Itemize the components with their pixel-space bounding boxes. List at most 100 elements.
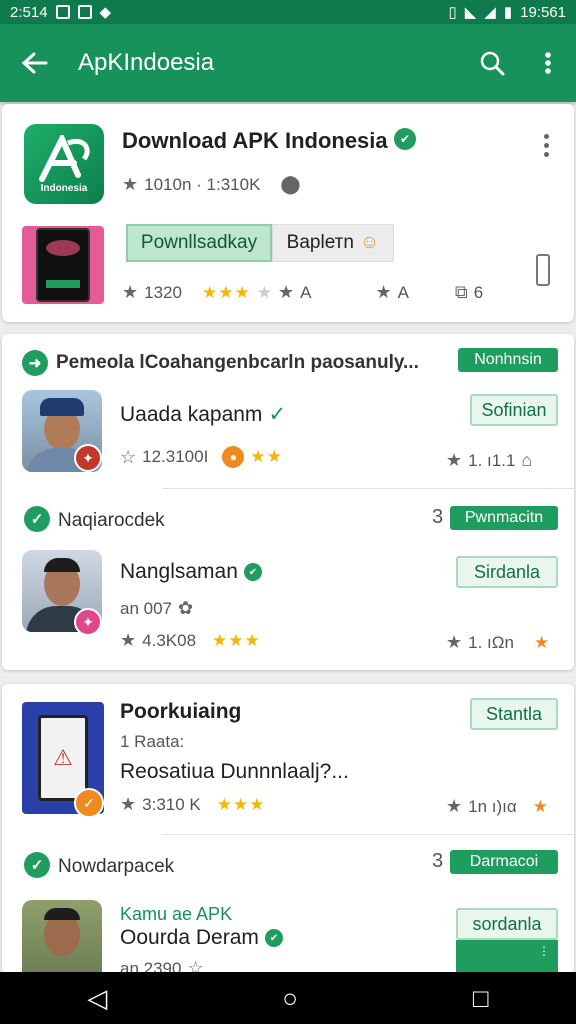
item-meta: ☆ 12.3100I ● ★★ bbox=[120, 446, 283, 468]
label-a: A bbox=[300, 282, 312, 302]
green-block[interactable]: ⋮ bbox=[456, 940, 558, 974]
phone-screen bbox=[36, 228, 90, 302]
item-meta: ★ 3:310 K ★★★ bbox=[120, 794, 265, 815]
home-nav-icon[interactable]: ○ bbox=[282, 983, 298, 1014]
secondary-button-label: Baplетn bbox=[286, 232, 354, 253]
meta-text: 4.3K08 bbox=[142, 630, 197, 650]
app-stats: ★ 1010n · 1:310K ⬤ bbox=[122, 174, 301, 195]
action-button[interactable]: Stantla bbox=[470, 698, 558, 730]
item-line2: 1 Raata: bbox=[120, 732, 185, 751]
star-icon: ★ bbox=[122, 174, 139, 194]
gear-outline-icon: ✿ bbox=[178, 598, 194, 618]
status-time: 19:561 bbox=[520, 3, 566, 21]
notification-icon bbox=[55, 5, 70, 19]
emoji-icon: ☺ bbox=[359, 232, 380, 253]
section-title: Naqiarocdek bbox=[58, 510, 165, 531]
section-badge[interactable]: Nonhnsin bbox=[458, 348, 558, 372]
item-meta: ★ 4.3K08 ★★★ bbox=[120, 630, 261, 651]
signal-icon: ◢ bbox=[484, 4, 496, 21]
phone-screen: ⚠ bbox=[38, 715, 88, 801]
star-icon: ★ bbox=[375, 282, 392, 302]
star-orange-icon: ★ bbox=[532, 796, 548, 816]
section-badge[interactable]: Pwnmacitn bbox=[450, 506, 558, 530]
results-card-2: ⚠ ✓ Poorkuiaing 1 Raata: Reosatiua Dunnn… bbox=[2, 684, 574, 982]
divider bbox=[162, 488, 574, 489]
secondary-button[interactable]: Baplетn ☺ bbox=[272, 224, 394, 262]
star-outline-icon: ☆ bbox=[120, 446, 137, 467]
back-nav-icon[interactable]: ◁ bbox=[87, 983, 107, 1014]
thumbs-up-icon: ⌂ bbox=[521, 450, 533, 470]
verified-icon: ✔ bbox=[264, 929, 283, 947]
app-title: ApKIndoesia bbox=[78, 49, 215, 76]
vertical-menu-icon[interactable] bbox=[536, 254, 550, 286]
item-line3: Reosatiua Dunnnlaalj?... bbox=[120, 760, 349, 783]
section-badge[interactable]: Darmacoi bbox=[450, 850, 558, 874]
star-icon: ★ bbox=[277, 282, 295, 302]
badge-label: Pwnmacitn bbox=[464, 509, 544, 526]
star-icon: ★ bbox=[120, 794, 137, 814]
action-button-label: Sirdanla bbox=[473, 561, 541, 582]
notification-icon: ◆ bbox=[99, 4, 112, 21]
rating-stars: ★★ bbox=[250, 447, 283, 466]
rating-row: ★ 1320 ★★★ ★ ★ A ★ A ⧉ 6 bbox=[122, 282, 483, 303]
rating-stars: ★★★ bbox=[201, 282, 251, 302]
notification-icon bbox=[77, 5, 92, 19]
item-line2: an 007 ✿ bbox=[120, 598, 193, 619]
recents-nav-icon[interactable]: □ bbox=[473, 983, 489, 1014]
item-stats: ★ 1. ı1.1 ⌂ bbox=[446, 450, 532, 471]
download-button[interactable]: Pownllsadkay bbox=[126, 224, 272, 262]
item-name-text: Uaada kapanm bbox=[120, 402, 263, 426]
section-count: 3 bbox=[432, 850, 444, 872]
item-name-text: Oourda Deram bbox=[120, 926, 259, 949]
action-button[interactable]: Sofinian bbox=[470, 394, 558, 426]
warning-icon: ⚠ bbox=[53, 745, 73, 770]
card-menu-icon[interactable] bbox=[544, 134, 549, 157]
star-icon: ★ bbox=[446, 632, 463, 652]
meta-text: 3:310 K bbox=[142, 794, 201, 814]
check-icon: ➜ bbox=[22, 350, 48, 376]
screen-content bbox=[46, 240, 80, 256]
item-name-green: Kamu ae APK bbox=[120, 904, 233, 924]
action-button-label: Sofinian bbox=[481, 399, 547, 420]
gallery-count: 6 bbox=[473, 282, 484, 302]
action-button[interactable]: Sirdanla bbox=[456, 556, 558, 588]
location-icon: ⬤ bbox=[280, 174, 301, 194]
results-card-1: ➜ Pemeola lCoahangenbcarln paosanuly... … bbox=[2, 334, 574, 670]
badge-label: Nonhnsin bbox=[474, 351, 542, 368]
gallery-icon: ⧉ bbox=[454, 282, 468, 302]
rating-stars: ★★★ bbox=[216, 794, 266, 814]
screenshot-thumb[interactable] bbox=[22, 226, 104, 304]
check-badge-icon: ✓ bbox=[74, 788, 104, 818]
wifi-icon: ◣ bbox=[464, 4, 477, 21]
status-bar: 2:514 ◆ ▯ ◣ ◢ ▮ 19:561 bbox=[0, 0, 576, 24]
search-icon[interactable] bbox=[464, 24, 520, 102]
download-button-label: Pownllsadkay bbox=[140, 232, 258, 253]
battery-icon: ▮ bbox=[503, 4, 513, 21]
avatar[interactable] bbox=[22, 900, 102, 982]
rating-count: 1320 bbox=[144, 282, 182, 302]
avatar-hair bbox=[44, 908, 80, 920]
action-button[interactable]: sordanla bbox=[456, 908, 558, 940]
check-icon: ✓ bbox=[24, 852, 50, 878]
label-a2: A bbox=[397, 282, 409, 302]
stats-text: 1n ı)ıα bbox=[468, 796, 517, 816]
back-arrow-icon[interactable] bbox=[0, 24, 70, 102]
avatar-hat bbox=[40, 398, 84, 416]
section-title: Pemeola lCoahangenbcarln paosanuly... bbox=[56, 352, 419, 373]
section-title: Nowdarpacek bbox=[58, 856, 175, 877]
rating-stars: ★★★ bbox=[212, 630, 261, 650]
item-stats: ★ 1. ıΩn ★ bbox=[446, 632, 549, 653]
star-orange-icon: ★ bbox=[533, 632, 550, 652]
line2-text: an 007 bbox=[120, 598, 172, 618]
overflow-menu-icon[interactable] bbox=[520, 24, 576, 102]
verified-icon: ✔ bbox=[394, 128, 416, 150]
action-button-label: Stantla bbox=[485, 703, 543, 724]
app-header-card: Indonesia Download APK Indonesia ✔ ★ 101… bbox=[2, 104, 574, 322]
section-count: 3 bbox=[432, 506, 444, 528]
badge-label: Darmacoi bbox=[469, 853, 539, 870]
meta-text: 12.3100I bbox=[142, 447, 209, 466]
stats-text: 1. ıΩn bbox=[468, 632, 514, 652]
verified-icon: ✔ bbox=[243, 563, 262, 581]
dots-icon: ⋮ bbox=[538, 944, 550, 958]
app-logo[interactable]: Indonesia bbox=[24, 124, 104, 204]
